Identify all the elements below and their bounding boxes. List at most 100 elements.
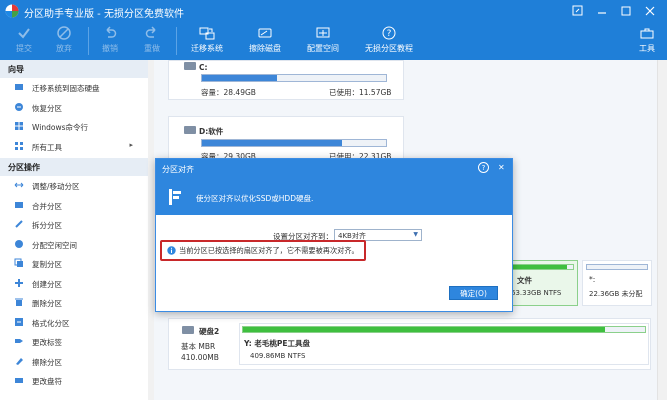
disk-name: 硬盘2 xyxy=(199,327,220,336)
dialog-heading: 使分区对齐以优化SSD或HDD硬盘. xyxy=(196,194,314,203)
sidebar-item-format[interactable]: 格式化分区 xyxy=(0,313,149,333)
warning-text: 当前分区已按选择的扇区对齐了，它不需要被再次对齐。 xyxy=(179,246,359,255)
undo-icon xyxy=(106,26,117,38)
disk2-row[interactable]: 硬盘2 基本 MBR 410.00MB Y: 老毛桃PE工具盘 409.86MB… xyxy=(168,318,651,370)
ok-button[interactable]: 确定(O) xyxy=(449,286,498,300)
sidebar-item-label: 调整/移动分区 xyxy=(32,182,80,191)
main-scrollbar[interactable] xyxy=(657,60,667,400)
wipe-disk-button[interactable]: 擦除磁盘 xyxy=(244,22,286,60)
sidebar-item-label: 迁移系统到固态硬盘 xyxy=(32,84,100,93)
resize-icon xyxy=(14,182,24,188)
maximize-icon[interactable] xyxy=(618,3,634,19)
sidebar-item-recover-partition[interactable]: 恢复分区 xyxy=(0,98,149,118)
sidebar-item-migrate-ssd[interactable]: 迁移系统到固态硬盘 xyxy=(0,78,149,98)
discard-icon xyxy=(57,26,71,40)
sidebar-item-all-tools[interactable]: 所有工具 ▸ xyxy=(0,137,149,157)
sidebar-item-label: 分配空闲空间 xyxy=(32,240,77,250)
grid-icon xyxy=(15,141,23,150)
sidebar-item-label: 合并分区 xyxy=(32,201,62,211)
drive-letter-icon xyxy=(15,378,23,383)
info-icon xyxy=(167,246,176,255)
app-logo-icon xyxy=(5,4,19,18)
sidebar-item-label: 恢复分区 xyxy=(32,103,62,113)
sidebar-item-label: 创建分区 xyxy=(32,279,62,289)
merge-icon xyxy=(15,201,23,208)
config-label: 配置空间 xyxy=(307,44,339,53)
wizard-section-title: 向导 xyxy=(0,60,149,78)
label-icon xyxy=(15,339,23,343)
config-space-button[interactable]: 配置空间 xyxy=(302,22,344,60)
recover-icon xyxy=(15,102,23,111)
dialog-body: 设置分区对齐到： 4KB对齐 ▼ 当前分区已按选择的扇区对齐了，它不需要被再次对… xyxy=(156,215,512,311)
capacity-text: 容量：28.49GB xyxy=(201,88,256,97)
usage-bar xyxy=(242,326,646,333)
partition-card-y[interactable]: Y: 老毛桃PE工具盘 409.86MB NTFS xyxy=(239,323,649,365)
partition-card-files[interactable]: 文件 63.33GB NTFS xyxy=(506,260,578,306)
disk-type: 基本 MBR xyxy=(181,342,216,351)
sidebar: 向导 迁移系统到固态硬盘 恢复分区 Windows命令行 所有工具 ▸ 分区操作… xyxy=(0,60,150,400)
sidebar-item-copy[interactable]: 复制分区 xyxy=(0,254,149,274)
minimize-to-tray-icon[interactable] xyxy=(570,3,586,19)
sidebar-item-label: 格式化分区 xyxy=(32,318,70,328)
partition-card-unallocated[interactable]: *: 22.36GB 未分配 xyxy=(582,260,652,306)
copy-icon xyxy=(14,258,23,267)
warning-message: 当前分区已按选择的扇区对齐了，它不需要被再次对齐。 xyxy=(160,240,366,261)
ops-section-title: 分区操作 xyxy=(0,158,149,176)
partition-name: 文件 xyxy=(517,276,532,285)
redo-button[interactable]: 重做 xyxy=(136,22,168,60)
sidebar-item-label: 拆分分区 xyxy=(32,221,62,230)
migrate-label: 迁移系统 xyxy=(191,44,223,53)
discard-button[interactable]: 放弃 xyxy=(48,22,80,60)
sidebar-item-allocate[interactable]: 分配空闲空间 xyxy=(0,235,149,255)
tutorial-button[interactable]: ? 无损分区教程 xyxy=(362,22,416,60)
partition-name: Y: 老毛桃PE工具盘 xyxy=(244,339,311,348)
partition-name: C: xyxy=(199,63,208,72)
wipe-icon xyxy=(16,357,23,365)
sidebar-item-delete[interactable]: 删除分区 xyxy=(0,293,149,313)
format-icon xyxy=(15,317,23,326)
sidebar-item-label: Windows命令行 xyxy=(32,123,88,132)
sidebar-item-resize[interactable]: 调整/移动分区 xyxy=(0,176,149,196)
sidebar-item-change-label[interactable]: 更改标签 xyxy=(0,332,149,352)
partition-card-d[interactable]: D:软件 容量：29.30GB 已使用：22.31GB xyxy=(168,116,404,162)
sidebar-item-label: 更改盘符 xyxy=(32,377,62,386)
partition-size: 63.33GB NTFS xyxy=(511,289,562,297)
usage-bar xyxy=(510,264,574,270)
toolbar: 提交 放弃 撤销 重做 迁移系统 擦除磁盘 配置空间 ? 无损分区教程 工具 xyxy=(0,22,667,60)
align-partition-dialog: 分区对齐 ? ✕ 使分区对齐以优化SSD或HDD硬盘. 设置分区对齐到： 4KB… xyxy=(155,158,513,312)
close-icon[interactable]: ✕ xyxy=(498,163,505,172)
partition-card-c[interactable]: C: 容量：28.49GB 已使用：11.57GB xyxy=(168,60,404,100)
create-icon xyxy=(15,278,23,287)
windows-icon xyxy=(15,122,23,130)
sidebar-item-label: 擦除分区 xyxy=(32,357,62,367)
close-icon[interactable] xyxy=(642,3,658,19)
sidebar-item-merge[interactable]: 合并分区 xyxy=(0,196,149,216)
migrate-system-button[interactable]: 迁移系统 xyxy=(186,22,228,60)
tools-button[interactable]: 工具 xyxy=(632,22,662,60)
commit-button[interactable]: 提交 xyxy=(8,22,40,60)
minimize-icon[interactable] xyxy=(594,3,610,19)
sidebar-item-label: 删除分区 xyxy=(32,299,62,308)
ssd-icon xyxy=(15,84,23,90)
allocate-icon xyxy=(15,239,23,248)
chevron-right-icon: ▸ xyxy=(129,140,133,149)
usage-bar xyxy=(201,139,387,147)
redo-label: 重做 xyxy=(144,44,160,53)
sidebar-item-cmd[interactable]: Windows命令行 xyxy=(0,117,149,137)
help-icon[interactable]: ? xyxy=(478,162,489,173)
undo-button[interactable]: 撤销 xyxy=(94,22,126,60)
config-icon xyxy=(316,27,330,38)
redo-icon xyxy=(145,26,156,38)
sidebar-item-wipe[interactable]: 擦除分区 xyxy=(0,352,149,372)
window-title: 分区助手专业版 - 无损分区免费软件 xyxy=(24,9,184,20)
sidebar-item-create[interactable]: 创建分区 xyxy=(0,274,149,294)
align-icon xyxy=(169,189,181,205)
sidebar-item-change-letter[interactable]: 更改盘符 xyxy=(0,371,149,391)
chevron-down-icon: ▼ xyxy=(413,231,418,238)
toolbox-icon xyxy=(640,28,654,39)
split-icon xyxy=(15,220,23,228)
sidebar-item-split[interactable]: 拆分分区 xyxy=(0,215,149,235)
partition-size: 22.36GB 未分配 xyxy=(589,290,643,298)
svg-text:?: ? xyxy=(387,29,392,39)
usage-bar xyxy=(586,264,648,270)
